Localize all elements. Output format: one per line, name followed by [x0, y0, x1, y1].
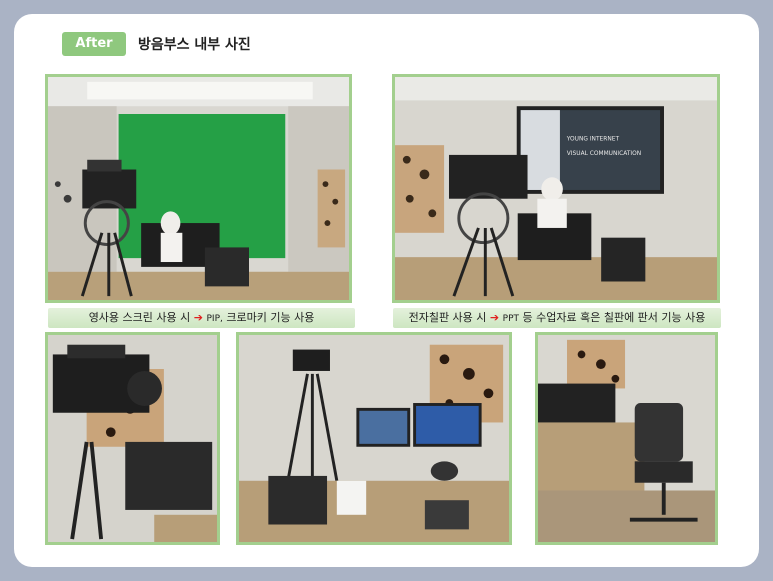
arrow-icon: ➔: [193, 311, 203, 324]
caption-left-text: 영사용 스크린 사용 시: [88, 311, 191, 324]
screen-text-2: VISUAL COMMUNICATION: [567, 151, 641, 157]
caption-left-post: 크로마키 기능 사용: [226, 311, 315, 324]
chair-desk-photo: [535, 332, 718, 545]
screen-text-1: YOUNG INTERNET: [566, 136, 620, 142]
after-badge: After: [62, 32, 126, 56]
camera-closeup-photo: [45, 332, 220, 545]
caption-left: 영사용 스크린 사용 시 ➔ PIP, 크로마키 기능 사용: [48, 308, 355, 328]
electronic-board-photo: YOUNG INTERNET VISUAL COMMUNICATION: [392, 74, 720, 303]
caption-left-tag: PIP,: [206, 314, 223, 324]
caption-right: 전자칠판 사용 시 ➔ PPT 등 수업자료 혹은 칠판에 판서 기능 사용: [393, 308, 721, 328]
control-desk-photo: [236, 332, 512, 545]
arrow-icon: ➔: [489, 311, 500, 324]
caption-right-post: 등 수업자료 혹은 칠판에 판서 기능 사용: [522, 311, 706, 324]
green-screen-photo: [45, 74, 352, 303]
page-title: 방음부스 내부 사진: [138, 37, 251, 53]
caption-right-text: 전자칠판 사용 시: [408, 311, 487, 324]
caption-right-tag: PPT: [502, 314, 519, 324]
